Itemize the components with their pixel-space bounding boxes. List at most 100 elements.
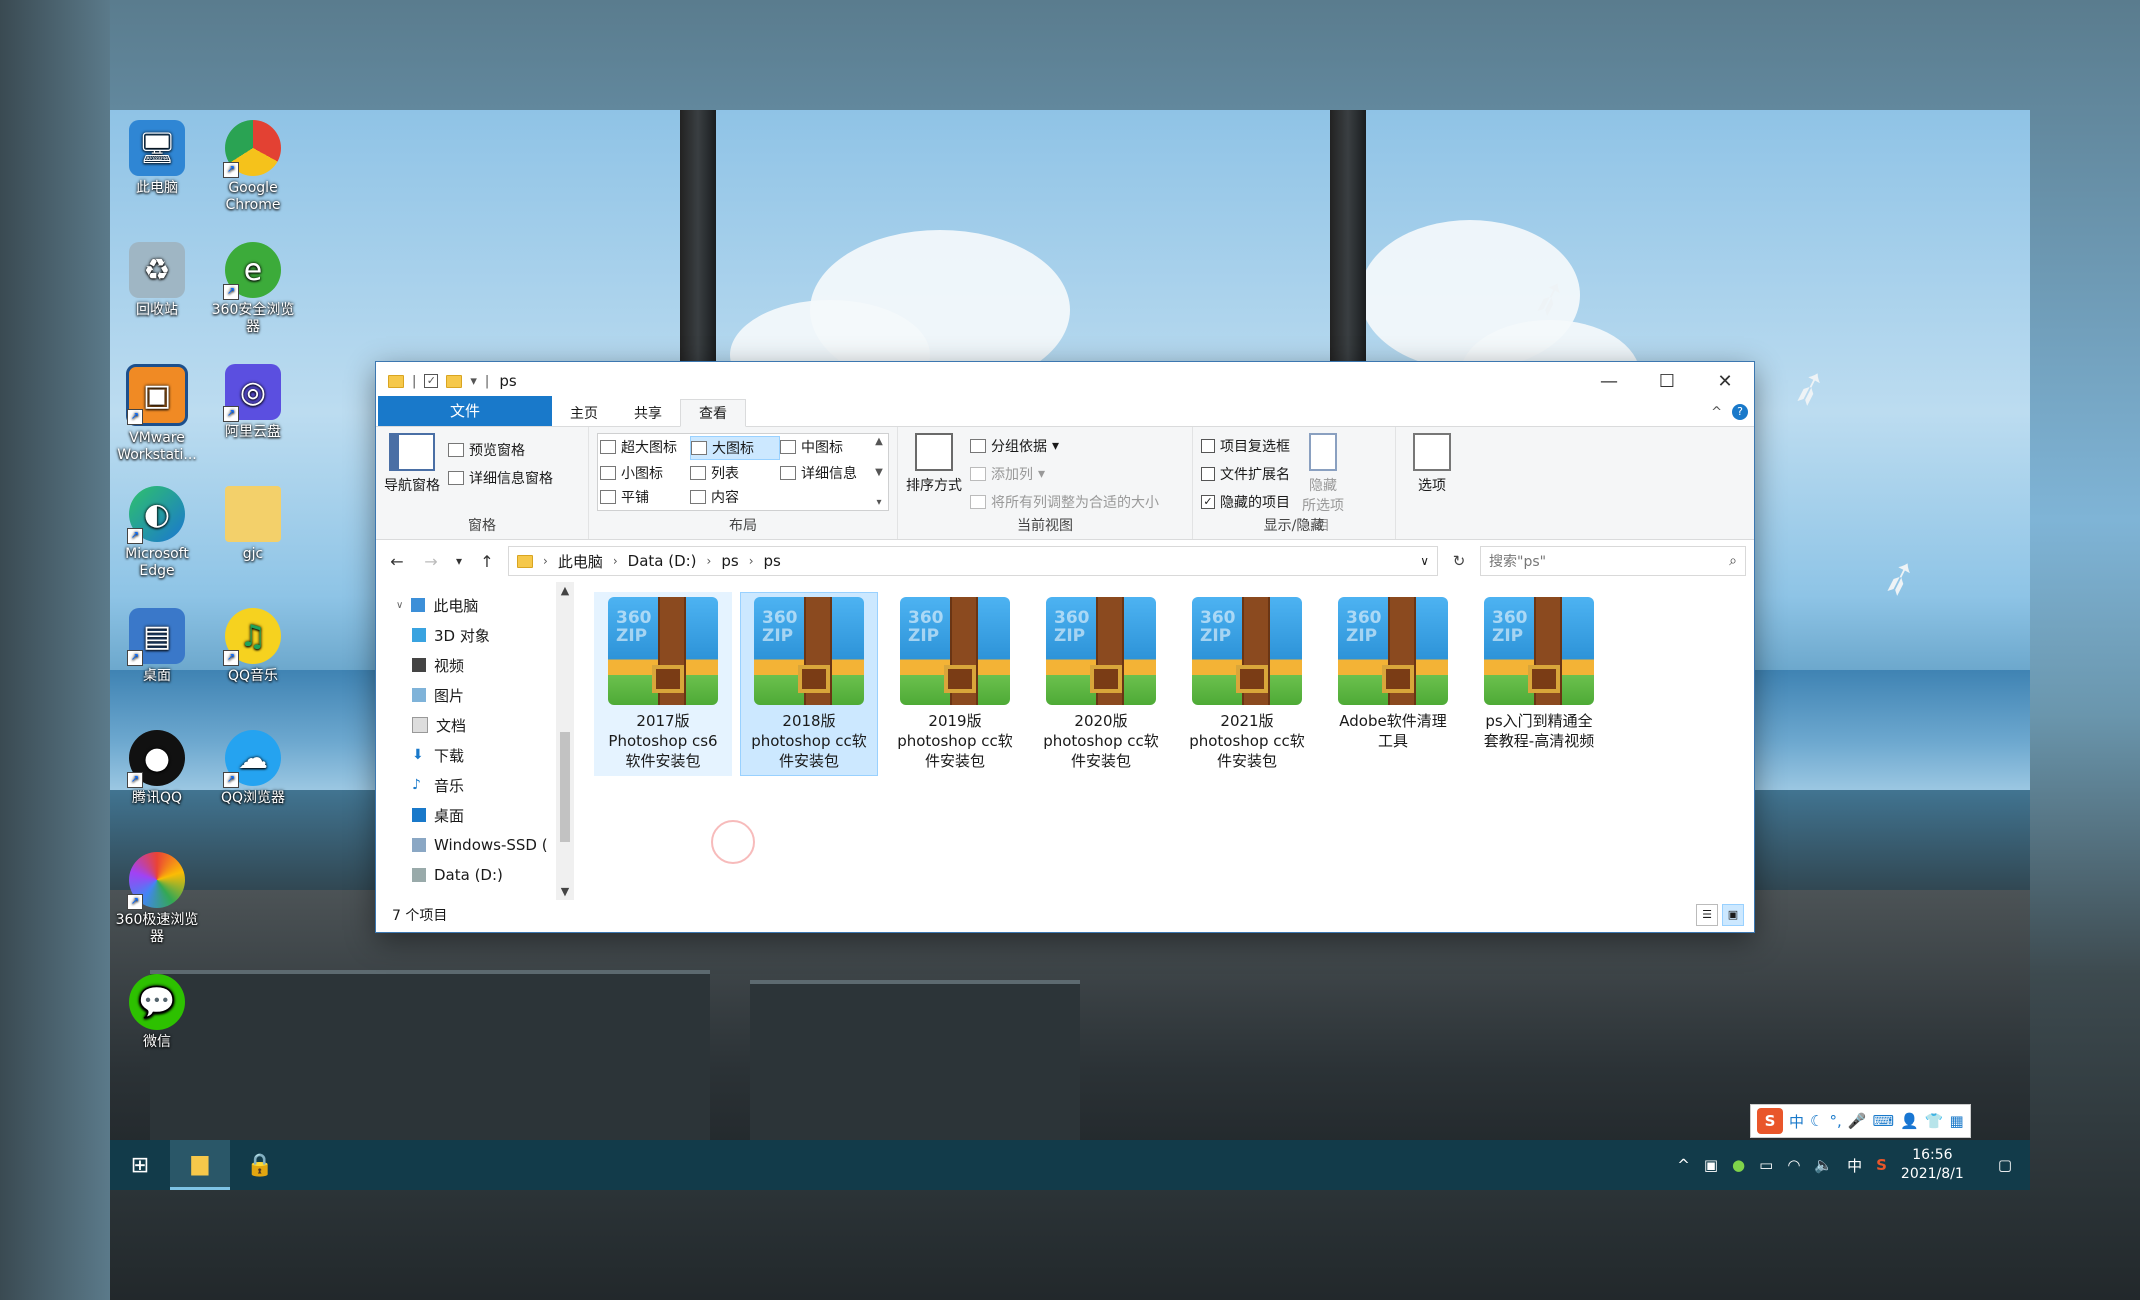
layout-content[interactable]: 内容 — [690, 486, 780, 508]
layout-tiles[interactable]: 平铺 — [600, 486, 690, 508]
forward-button[interactable]: → — [418, 552, 444, 571]
close-button[interactable]: ✕ — [1696, 362, 1754, 400]
nav-item-desktop[interactable]: 桌面 — [376, 800, 574, 830]
address-bar[interactable]: › 此电脑 › Data (D:) › ps › ps ∨ — [508, 546, 1438, 576]
ime-toolbar[interactable]: S 中 ☾ °, 🎤 ⌨ 👤 👕 ▦ — [1750, 1104, 1971, 1138]
file-item[interactable]: 360 ZIP ps入门到精通全 套教程-高清视频 — [1470, 592, 1608, 756]
nav-item-videos[interactable]: 视频 — [376, 650, 574, 680]
navigation-pane-button[interactable]: 导航窗格 — [384, 433, 440, 495]
details-pane-button[interactable]: 详细信息窗格 — [448, 467, 553, 489]
scroll-down-icon[interactable]: ▼ — [875, 467, 883, 478]
details-view-icon[interactable]: ☰ — [1696, 904, 1718, 926]
breadcrumb-this-pc[interactable]: 此电脑 — [558, 551, 603, 572]
tab-home[interactable]: 主页 — [552, 400, 616, 426]
minimize-button[interactable]: — — [1580, 362, 1638, 400]
options-button[interactable]: 选项 — [1404, 433, 1460, 495]
group-by-button[interactable]: 分组依据 ▾ — [970, 435, 1159, 457]
scroll-up-icon[interactable]: ▲ — [556, 584, 574, 597]
nav-item-pictures[interactable]: 图片 — [376, 680, 574, 710]
more-icon[interactable]: ▾ — [876, 497, 881, 508]
screen-record-icon[interactable]: ▣ — [1704, 1156, 1718, 1174]
layout-list[interactable]: 列表 — [690, 462, 780, 484]
input-language-indicator[interactable]: 中 — [1847, 1155, 1862, 1176]
layout-details[interactable]: 详细信息 — [780, 462, 870, 484]
search-input[interactable]: 搜索"ps" — [1489, 551, 1546, 571]
file-item[interactable]: 360 ZIP 2019版 photoshop cc软 件安装包 — [886, 592, 1024, 776]
up-button[interactable]: ↑ — [474, 552, 500, 571]
desktop-icon-aliyun-drive[interactable]: ◎ ↗ 阿里云盘 — [206, 364, 300, 441]
punctuation-icon[interactable]: °, — [1829, 1112, 1841, 1130]
nav-pane-scrollbar[interactable]: ▲ ▼ — [556, 582, 574, 900]
desktop-icon-360-browser[interactable]: e ↗ 360安全浏览器 — [206, 242, 300, 336]
desktop-icon-desktop[interactable]: ▤ ↗ 桌面 — [110, 608, 204, 685]
nav-item-data-d[interactable]: Data (D:) — [376, 860, 574, 890]
nav-item-windows-ssd[interactable]: Windows-SSD ( — [376, 830, 574, 860]
title-bar[interactable]: | ✓ ▾ | ps — ☐ ✕ — [376, 362, 1754, 400]
hidden-items-toggle[interactable]: ✓ 隐藏的项目 — [1201, 491, 1290, 513]
tab-share[interactable]: 共享 — [616, 400, 680, 426]
breadcrumb-ps-current[interactable]: ps — [764, 552, 781, 570]
nav-item-documents[interactable]: 文档 — [376, 710, 574, 740]
new-folder-icon[interactable] — [446, 374, 463, 388]
address-history-dropdown[interactable]: ∨ — [1420, 554, 1429, 568]
search-icon[interactable]: ⌕ — [1729, 553, 1737, 569]
refresh-button[interactable]: ↻ — [1446, 552, 1472, 570]
breadcrumb-separator[interactable]: › — [613, 554, 618, 568]
layout-small-icons[interactable]: 小图标 — [600, 462, 690, 484]
size-columns-button[interactable]: 将所有列调整为合适的大小 — [970, 491, 1159, 513]
large-icons-view-icon[interactable]: ▣ — [1722, 904, 1744, 926]
desktop-icon-vmware[interactable]: ▣ ↗ VMware Workstati... — [110, 364, 204, 464]
battery-icon[interactable]: ▭ — [1759, 1156, 1773, 1174]
item-checkboxes-toggle[interactable]: 项目复选框 — [1201, 435, 1290, 457]
desktop-icon-chrome[interactable]: ↗ Google Chrome — [206, 120, 300, 214]
search-box[interactable]: 搜索"ps" ⌕ — [1480, 546, 1746, 576]
file-extensions-toggle[interactable]: 文件扩展名 — [1201, 463, 1290, 485]
add-columns-button[interactable]: 添加列 ▾ — [970, 463, 1159, 485]
recent-locations-button[interactable]: ▾ — [452, 554, 466, 568]
collapse-ribbon-icon[interactable]: ^ — [1711, 405, 1722, 420]
scroll-up-icon[interactable]: ▲ — [875, 436, 883, 447]
clock[interactable]: 16:56 2021/8/1 — [1901, 1146, 1964, 1184]
desktop-icon-gjc[interactable]: gjc — [206, 486, 300, 563]
properties-icon[interactable]: ✓ — [424, 374, 439, 388]
toolbox-icon[interactable]: ▦ — [1949, 1112, 1963, 1130]
desktop-icon-wechat[interactable]: 💬 微信 — [110, 974, 204, 1051]
notification-center-icon[interactable]: ▢ — [1998, 1156, 2012, 1174]
taskbar-file-explorer[interactable]: ▆ — [170, 1140, 230, 1190]
back-button[interactable]: ← — [384, 552, 410, 571]
help-icon[interactable]: ? — [1732, 404, 1748, 420]
maximize-button[interactable]: ☐ — [1638, 362, 1696, 400]
collapse-chevron-icon[interactable]: ∨ — [396, 600, 403, 611]
file-item[interactable]: 360 ZIP 2017版 Photoshop cs6 软件安装包 — [594, 592, 732, 776]
layout-gallery-scroller[interactable]: ▲ ▼ ▾ — [872, 436, 886, 508]
taskbar-app-lock[interactable]: 🔒 — [230, 1140, 290, 1190]
user-icon[interactable]: 👤 — [1900, 1112, 1919, 1130]
preview-pane-button[interactable]: 预览窗格 — [448, 439, 553, 461]
nav-item-music[interactable]: ♪ 音乐 — [376, 770, 574, 800]
file-item[interactable]: 360 ZIP 2018版 photoshop cc软 件安装包 — [740, 592, 878, 776]
nav-item-downloads[interactable]: ⬇ 下载 — [376, 740, 574, 770]
desktop-icon-360-speed-browser[interactable]: ↗ 360极速浏览器 — [110, 852, 204, 946]
desktop-icon-recycle-bin[interactable]: ♻ 回收站 — [110, 242, 204, 319]
360-tray-icon[interactable]: ● — [1732, 1156, 1745, 1174]
layout-extra-large-icons[interactable]: 超大图标 — [600, 436, 690, 458]
file-item[interactable]: 360 ZIP 2021版 photoshop cc软 件安装包 — [1178, 592, 1316, 776]
half-width-icon[interactable]: ☾ — [1810, 1112, 1823, 1130]
sogou-logo-icon[interactable]: S — [1757, 1108, 1783, 1134]
scroll-down-icon[interactable]: ▼ — [556, 885, 574, 898]
file-item[interactable]: 360 ZIP 2020版 photoshop cc软 件安装包 — [1032, 592, 1170, 776]
breadcrumb-separator[interactable]: › — [543, 554, 548, 568]
nav-item-this-pc[interactable]: ∨ 此电脑 — [376, 590, 574, 620]
desktop-icon-qq-browser[interactable]: ☁ ↗ QQ浏览器 — [206, 730, 300, 807]
file-explorer-window[interactable]: | ✓ ▾ | ps — ☐ ✕ 文件 主页 共享 查看 ^ ? 导航窗格 预览… — [376, 362, 1754, 932]
start-button[interactable]: ⊞ — [110, 1140, 170, 1190]
desktop-icon-this-pc[interactable]: 🖥 此电脑 — [110, 120, 204, 197]
keyboard-icon[interactable]: ⌨ — [1872, 1112, 1894, 1130]
breadcrumb-data-d[interactable]: Data (D:) — [628, 552, 697, 570]
breadcrumb-ps[interactable]: ps — [721, 552, 738, 570]
ime-language-toggle[interactable]: 中 — [1789, 1111, 1804, 1132]
file-item[interactable]: 360 ZIP Adobe软件清理 工具 — [1324, 592, 1462, 756]
skin-icon[interactable]: 👕 — [1925, 1112, 1944, 1130]
navigation-pane[interactable]: ∨ 此电脑 3D 对象 视频 图片 文档 ⬇ 下载 ♪ 音乐 桌面 Windows-S… — [376, 582, 574, 900]
show-hidden-icons-icon[interactable]: ^ — [1677, 1156, 1690, 1174]
